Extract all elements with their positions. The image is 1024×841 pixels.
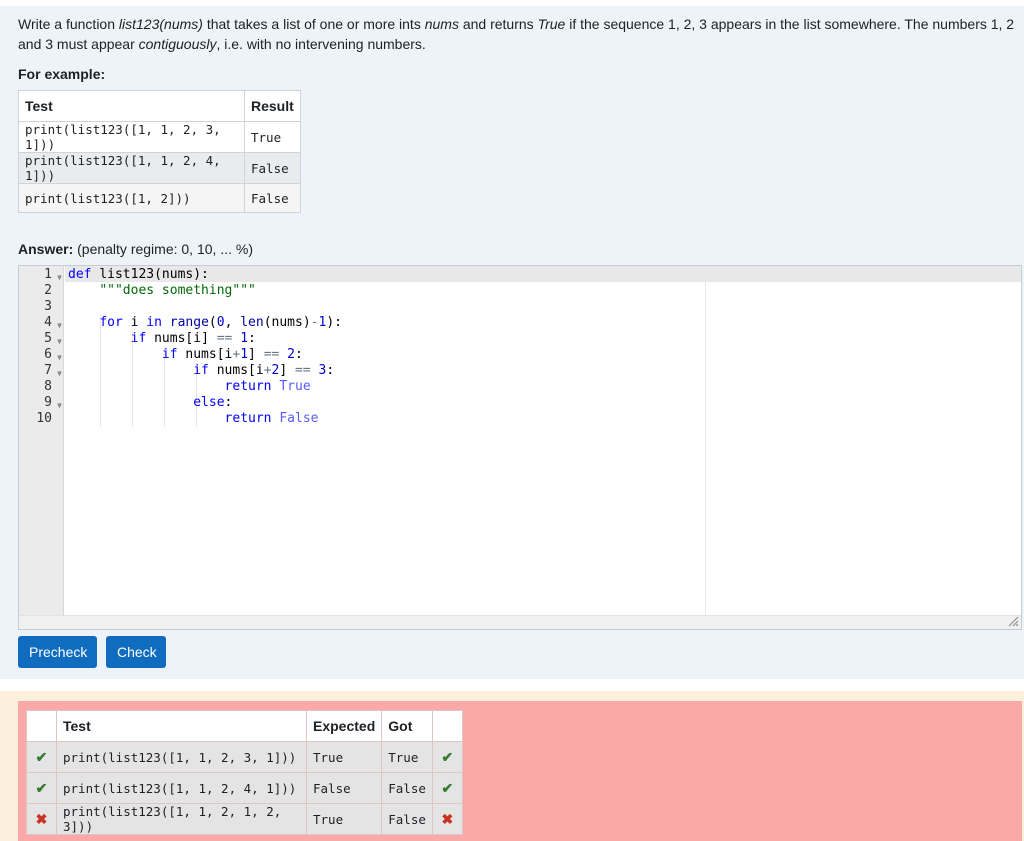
- line-number: 6 ▼: [19, 347, 64, 363]
- results-panel: Test Expected Got ✔ print(list123([1, 1,…: [0, 691, 1024, 841]
- result-got: False: [381, 772, 433, 804]
- result-expected: False: [305, 772, 383, 804]
- result-got: True: [381, 741, 433, 773]
- examples-header-result: Result: [244, 90, 301, 122]
- editor-gutter: 1 ▼ 2 3 4 ▼ 5 ▼ 6 ▼ 7 ▼ 8 9 ▼ 10: [19, 266, 64, 615]
- fail-cross-icon: ✖: [431, 803, 463, 835]
- table-row: ✖ print(list123([1, 1, 2, 1, 2, 3])) Tru…: [26, 803, 463, 835]
- code-line: for i in range(0, len(nums)-1):: [99, 315, 342, 330]
- results-container: Test Expected Got ✔ print(list123([1, 1,…: [18, 701, 1022, 841]
- example-result: False: [244, 152, 301, 184]
- penalty-regime: (penalty regime: 0, 10, ... %): [77, 241, 253, 257]
- answer-label: Answer: (penalty regime: 0, 10, ... %): [18, 241, 253, 257]
- result-test: print(list123([1, 1, 2, 1, 2, 3])): [56, 803, 307, 835]
- line-number: 4 ▼: [19, 315, 64, 331]
- examples-header-test: Test: [18, 90, 245, 122]
- line-number: 10: [36, 411, 52, 426]
- line-number: 8: [44, 379, 52, 394]
- example-test: print(list123([1, 2])): [18, 183, 245, 213]
- code-line: return False: [224, 411, 319, 426]
- examples-table: Test Result print(list123([1, 1, 2, 3, 1…: [18, 90, 301, 213]
- resize-handle-icon[interactable]: [1007, 615, 1019, 627]
- code-line: else:: [193, 395, 233, 410]
- code-line: if nums[i] == 1:: [130, 331, 256, 346]
- line-number: 1 ▼: [19, 267, 64, 283]
- line-number: 7 ▼: [19, 363, 64, 379]
- table-row: print(list123([1, 1, 2, 4, 1])) False: [18, 152, 301, 184]
- result-test: print(list123([1, 1, 2, 4, 1])): [56, 772, 307, 804]
- line-number: 2: [44, 283, 52, 298]
- pass-check-icon: ✔: [26, 772, 57, 804]
- code-line: if nums[i+2] == 3:: [193, 363, 335, 378]
- example-result: False: [244, 183, 301, 213]
- results-header-expected: Expected: [305, 710, 383, 742]
- example-result: True: [244, 121, 301, 153]
- code-editor[interactable]: 1 ▼ 2 3 4 ▼ 5 ▼ 6 ▼ 7 ▼ 8 9 ▼ 10 def list123(n…: [18, 265, 1022, 630]
- table-row: print(list123([1, 1, 2, 3, 1])) True: [18, 121, 301, 153]
- pass-check-icon: ✔: [431, 741, 463, 773]
- results-header-test: Test: [56, 710, 307, 742]
- print-margin: [705, 266, 706, 615]
- result-expected: True: [305, 741, 383, 773]
- table-row: ✔ print(list123([1, 1, 2, 4, 1])) False …: [26, 772, 463, 804]
- question-text: Write a function list123(nums) that take…: [18, 16, 1015, 52]
- line-number: 9 ▼: [19, 395, 64, 411]
- editor-footer: [19, 615, 1021, 629]
- code-line: """does something""": [99, 283, 256, 298]
- example-test: print(list123([1, 1, 2, 4, 1])): [18, 152, 245, 184]
- result-test: print(list123([1, 1, 2, 3, 1])): [56, 741, 307, 773]
- result-expected: True: [305, 803, 383, 835]
- precheck-button[interactable]: Precheck: [18, 636, 97, 668]
- results-header-got: Got: [381, 710, 433, 742]
- pass-check-icon: ✔: [431, 772, 463, 804]
- table-row: ✔ print(list123([1, 1, 2, 3, 1])) True T…: [26, 741, 463, 773]
- code-line: def list123(nums):: [68, 267, 209, 282]
- line-number: 5 ▼: [19, 331, 64, 347]
- pass-check-icon: ✔: [26, 741, 57, 773]
- code-line: if nums[i+1] == 2:: [161, 347, 303, 362]
- line-number: 3: [44, 299, 52, 314]
- for-example-heading: For example:: [18, 66, 106, 82]
- results-header-status: [26, 710, 57, 742]
- results-table: Test Expected Got ✔ print(list123([1, 1,…: [26, 710, 463, 835]
- fail-cross-icon: ✖: [26, 803, 57, 835]
- table-row: print(list123([1, 2])) False: [18, 183, 301, 213]
- check-button[interactable]: Check: [106, 636, 166, 668]
- code-line: return True: [224, 379, 311, 394]
- results-header-result: [431, 710, 463, 742]
- result-got: False: [381, 803, 433, 835]
- example-test: print(list123([1, 1, 2, 3, 1])): [18, 121, 245, 153]
